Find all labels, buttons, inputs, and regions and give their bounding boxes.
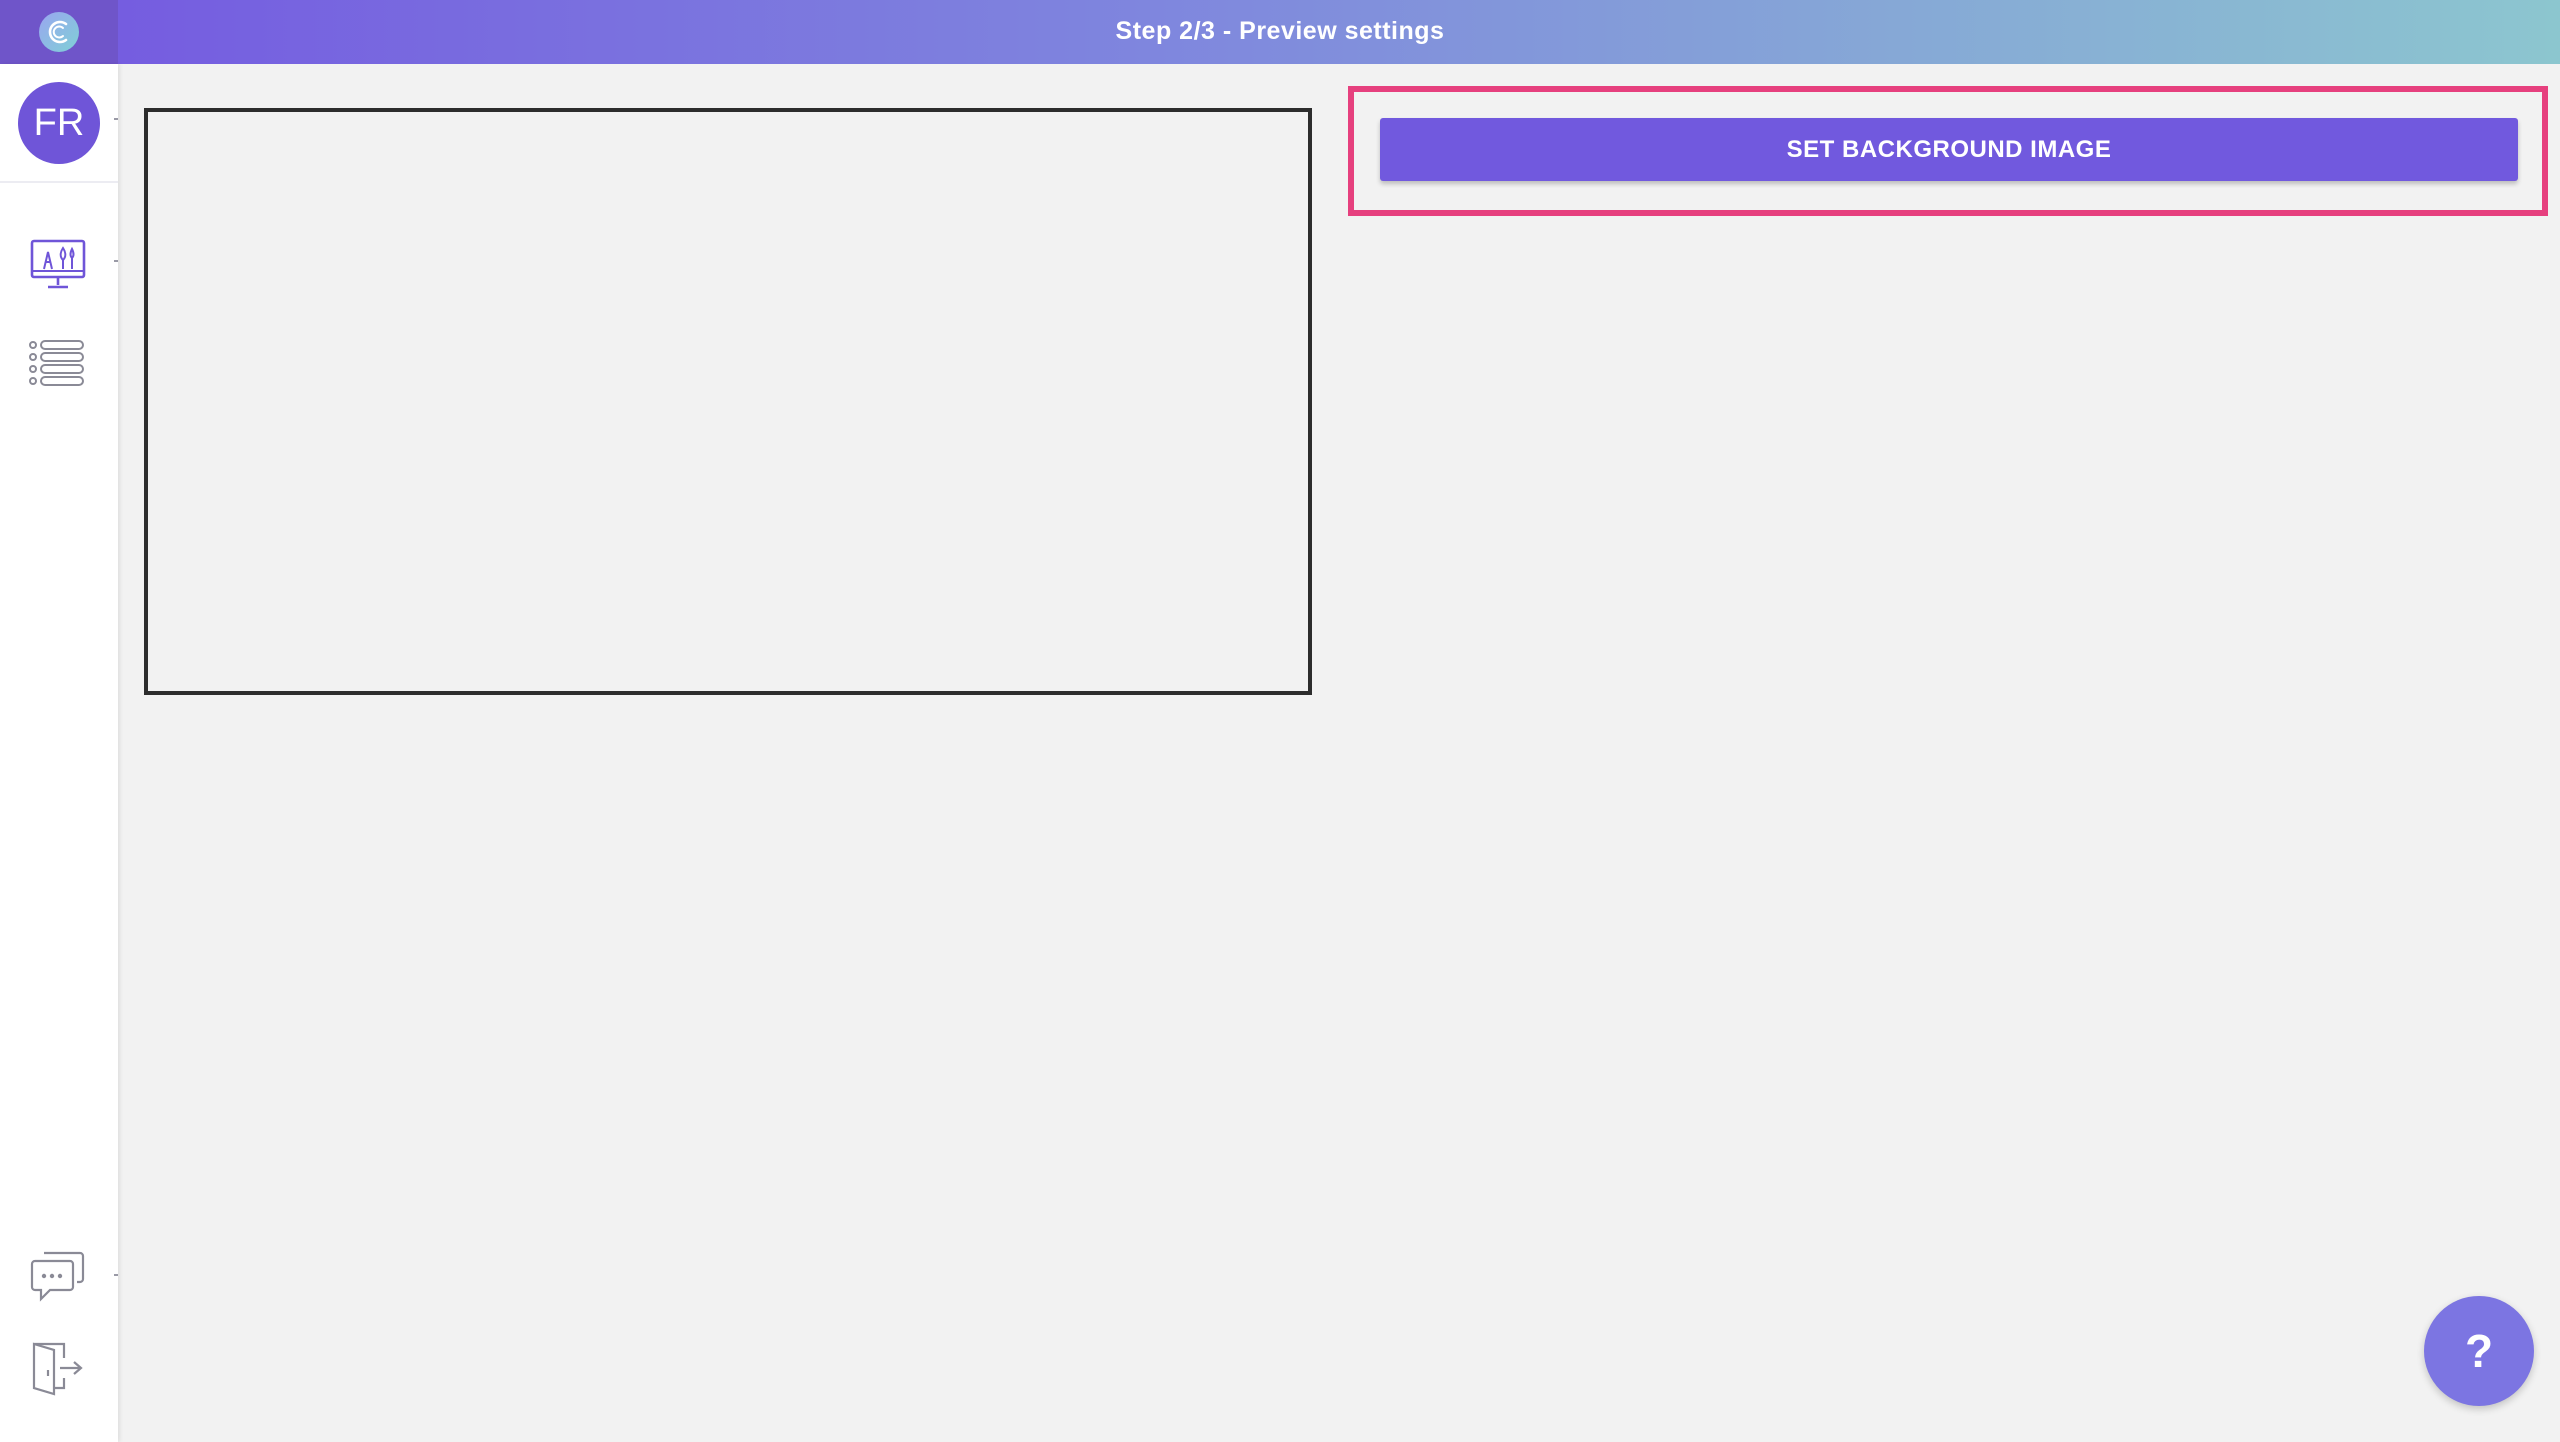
top-bar: Step 2/3 - Preview settings	[0, 0, 2560, 64]
avatar-initials: FR	[33, 101, 85, 144]
set-background-image-button[interactable]: SET BACKGROUND IMAGE	[1380, 118, 2518, 181]
chat-icon	[30, 1251, 85, 1302]
avatar-menu-indicator	[114, 118, 118, 120]
display-monitor-icon	[30, 239, 86, 289]
app-logo-icon	[39, 12, 79, 52]
sidebar: FR	[0, 64, 118, 1442]
sidebar-item-chat[interactable]	[27, 1246, 89, 1308]
avatar[interactable]: FR	[18, 82, 100, 164]
sidebar-item-list[interactable]	[27, 332, 89, 394]
app-logo[interactable]	[0, 0, 118, 64]
sidebar-item-logout[interactable]	[27, 1338, 89, 1400]
logout-icon	[32, 1342, 83, 1396]
preview-canvas	[144, 108, 1312, 695]
list-icon	[29, 340, 84, 386]
chat-menu-indicator	[114, 1274, 118, 1276]
sidebar-item-displays[interactable]	[27, 234, 89, 296]
sidebar-divider	[0, 181, 118, 183]
displays-menu-indicator	[114, 260, 118, 262]
page-title: Step 2/3 - Preview settings	[1115, 17, 1445, 45]
help-button[interactable]: ?	[2424, 1296, 2534, 1406]
